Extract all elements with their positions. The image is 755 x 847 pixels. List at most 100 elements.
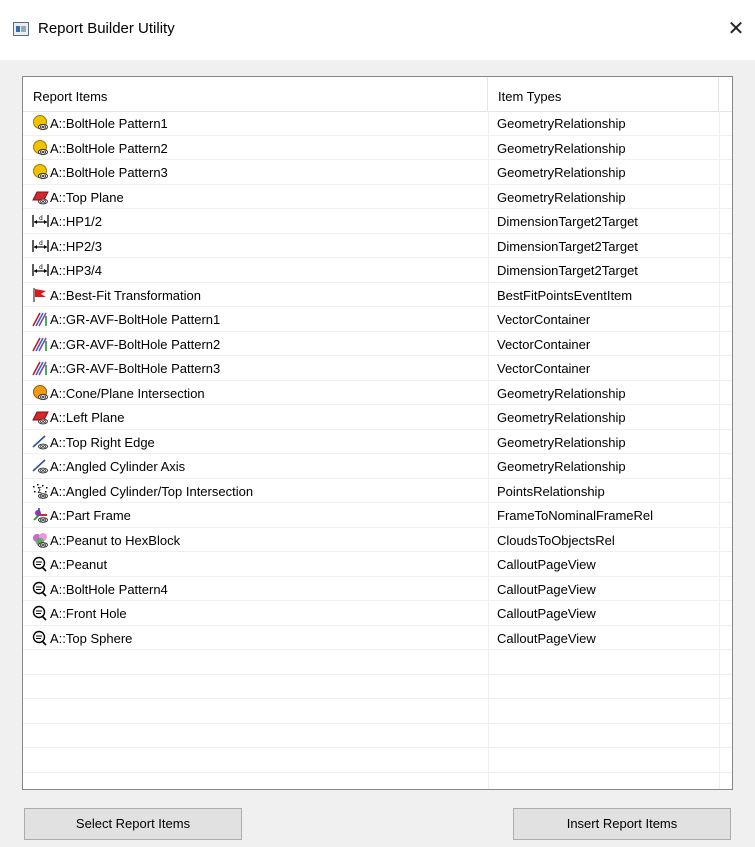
empty-row xyxy=(23,724,732,748)
item-type: DimensionTarget2Target xyxy=(497,214,638,229)
dimension-icon: d xyxy=(32,238,49,254)
window-app-icon xyxy=(13,22,29,36)
vector-icon xyxy=(32,360,49,376)
insert-report-items-button[interactable]: Insert Report Items xyxy=(513,808,731,840)
select-report-items-button[interactable]: Select Report Items xyxy=(24,808,242,840)
table-row[interactable]: A::Angled Cylinder Axis GeometryRelations… xyxy=(23,454,732,479)
circle-relationship-icon xyxy=(32,164,49,180)
plane-relationship-icon xyxy=(32,189,49,205)
report-item-name: A::GR-AVF-BoltHole Pattern1 xyxy=(50,312,221,327)
plane-relationship-icon xyxy=(32,409,49,425)
report-item-name: A::HP2/3 xyxy=(50,238,103,254)
empty-row xyxy=(23,773,732,790)
callout-icon xyxy=(32,556,49,572)
item-type: VectorContainer xyxy=(497,312,591,327)
table-row[interactable]: A::Peanut CalloutPageView xyxy=(23,552,732,577)
close-button[interactable]: ✕ xyxy=(723,14,749,44)
vector-icon xyxy=(32,336,49,352)
item-type: CalloutPageView xyxy=(497,630,596,646)
svg-text:d: d xyxy=(39,240,43,247)
table-row[interactable]: d A::HP2/3 DimensionTarget2Target xyxy=(23,234,732,258)
item-type: VectorContainer xyxy=(497,361,591,376)
report-item-name: A::BoltHole Pattern3 xyxy=(50,165,168,180)
report-item-name: A::Top Sphere xyxy=(50,630,133,646)
report-item-name: A::BoltHole Pattern2 xyxy=(50,140,168,156)
table-row[interactable]: A::Part Frame FrameToNominalFrameRel xyxy=(23,503,732,528)
callout-icon xyxy=(32,581,49,597)
empty-row xyxy=(23,675,732,699)
item-type: GeometryRelationship xyxy=(497,165,626,180)
table-row[interactable]: A::Front Hole CalloutPageView xyxy=(23,601,732,626)
item-type: CalloutPageView xyxy=(497,557,596,572)
table-row[interactable]: A::Left Plane GeometryRelationship xyxy=(23,405,732,430)
line-relationship-icon xyxy=(32,458,49,474)
report-item-name: A::Left Plane xyxy=(50,410,125,425)
empty-row xyxy=(23,699,732,724)
circle-relationship-icon xyxy=(32,115,49,131)
list-header: Report Items Item Types xyxy=(23,77,732,112)
callout-icon xyxy=(32,605,49,621)
column-header-item-types[interactable]: Item Types xyxy=(488,77,719,111)
item-type: DimensionTarget2Target xyxy=(497,263,638,278)
table-row[interactable]: A::Top Plane GeometryRelationship xyxy=(23,185,732,209)
circle-relationship-icon xyxy=(32,139,49,156)
vector-icon xyxy=(32,311,49,327)
report-item-name: A::Best-Fit Transformation xyxy=(50,287,201,303)
table-row[interactable]: A::BoltHole Pattern1 GeometryRelationship xyxy=(23,111,732,136)
table-row[interactable]: A::BoltHole Pattern4 CalloutPageView xyxy=(23,577,732,601)
cloud-icon xyxy=(32,532,49,548)
dimension-icon: d xyxy=(32,262,49,278)
report-item-name: A::Front Hole xyxy=(50,606,127,621)
item-type: CalloutPageView xyxy=(497,606,596,621)
line-relationship-icon xyxy=(32,434,49,450)
report-item-name: A::GR-AVF-BoltHole Pattern3 xyxy=(50,361,221,376)
item-type: VectorContainer xyxy=(497,336,591,352)
report-item-name: A::GR-AVF-BoltHole Pattern2 xyxy=(50,336,221,352)
item-type: DimensionTarget2Target xyxy=(497,238,638,254)
item-type: GeometryRelationship xyxy=(497,116,626,131)
report-items-list[interactable]: Report Items Item Types A::BoltHole Patt… xyxy=(22,76,733,790)
item-type: CalloutPageView xyxy=(497,581,596,597)
table-row[interactable]: A::Top Right Edge GeometryRelationship xyxy=(23,430,732,454)
item-type: GeometryRelationship xyxy=(497,410,626,425)
flag-icon xyxy=(32,287,49,303)
table-row[interactable]: A::Top Sphere CalloutPageView xyxy=(23,626,732,650)
item-type: FrameToNominalFrameRel xyxy=(497,508,654,523)
table-row[interactable]: Σ A::Angled Cylinder/Top Intersection Poin… xyxy=(23,479,732,503)
report-builder-window: Report Builder Utility ✕ Report Items It… xyxy=(0,0,755,847)
table-row[interactable]: A::BoltHole Pattern3 GeometryRelationship xyxy=(23,160,732,185)
item-type: CloudsToObjectsRel xyxy=(497,532,615,548)
report-item-name: A::Top Plane xyxy=(50,189,124,205)
report-item-name: A::Part Frame xyxy=(50,508,131,523)
report-item-name: A::Cone/Plane Intersection xyxy=(50,385,205,401)
item-type: GeometryRelationship xyxy=(497,385,626,401)
report-item-name: A::BoltHole Pattern4 xyxy=(50,581,168,597)
cone-relationship-icon xyxy=(32,384,49,401)
item-type: GeometryRelationship xyxy=(497,140,626,156)
table-row[interactable]: A::BoltHole Pattern2 GeometryRelationship xyxy=(23,136,732,160)
column-header-report-items[interactable]: Report Items xyxy=(23,77,488,111)
table-row[interactable]: A::GR-AVF-BoltHole Pattern2 VectorContain… xyxy=(23,332,732,356)
item-type: GeometryRelationship xyxy=(497,189,626,205)
empty-row xyxy=(23,650,732,675)
dimension-icon: d xyxy=(32,213,49,229)
item-type: BestFitPointsEventItem xyxy=(497,287,633,303)
report-item-name: A::Peanut xyxy=(50,557,108,572)
svg-text:d: d xyxy=(39,215,43,222)
svg-text:d: d xyxy=(39,264,43,271)
report-item-name: A::HP3/4 xyxy=(50,263,103,278)
report-item-name: A::Angled Cylinder/Top Intersection xyxy=(50,483,254,499)
title-bar: Report Builder Utility ✕ xyxy=(0,0,755,60)
table-row[interactable]: A::GR-AVF-BoltHole Pattern3 VectorContain… xyxy=(23,356,732,381)
item-type: GeometryRelationship xyxy=(497,434,626,450)
report-item-name: A::Angled Cylinder Axis xyxy=(50,459,186,474)
table-row[interactable]: A::Cone/Plane Intersection GeometryRelati… xyxy=(23,381,732,405)
table-row[interactable]: d A::HP1/2 DimensionTarget2Target xyxy=(23,209,732,234)
report-item-name: A::Top Right Edge xyxy=(50,434,155,450)
table-row[interactable]: A::Best-Fit Transformation BestFitPointsE… xyxy=(23,283,732,307)
table-row[interactable]: A::GR-AVF-BoltHole Pattern1 VectorContain… xyxy=(23,307,732,332)
points-relationship-icon: Σ xyxy=(32,483,49,499)
table-row[interactable]: d A::HP3/4 DimensionTarget2Target xyxy=(23,258,732,283)
table-row[interactable]: A::Peanut to HexBlock CloudsToObjectsRel xyxy=(23,528,732,552)
list-rows: A::BoltHole Pattern1 GeometryRelationship… xyxy=(23,111,732,790)
